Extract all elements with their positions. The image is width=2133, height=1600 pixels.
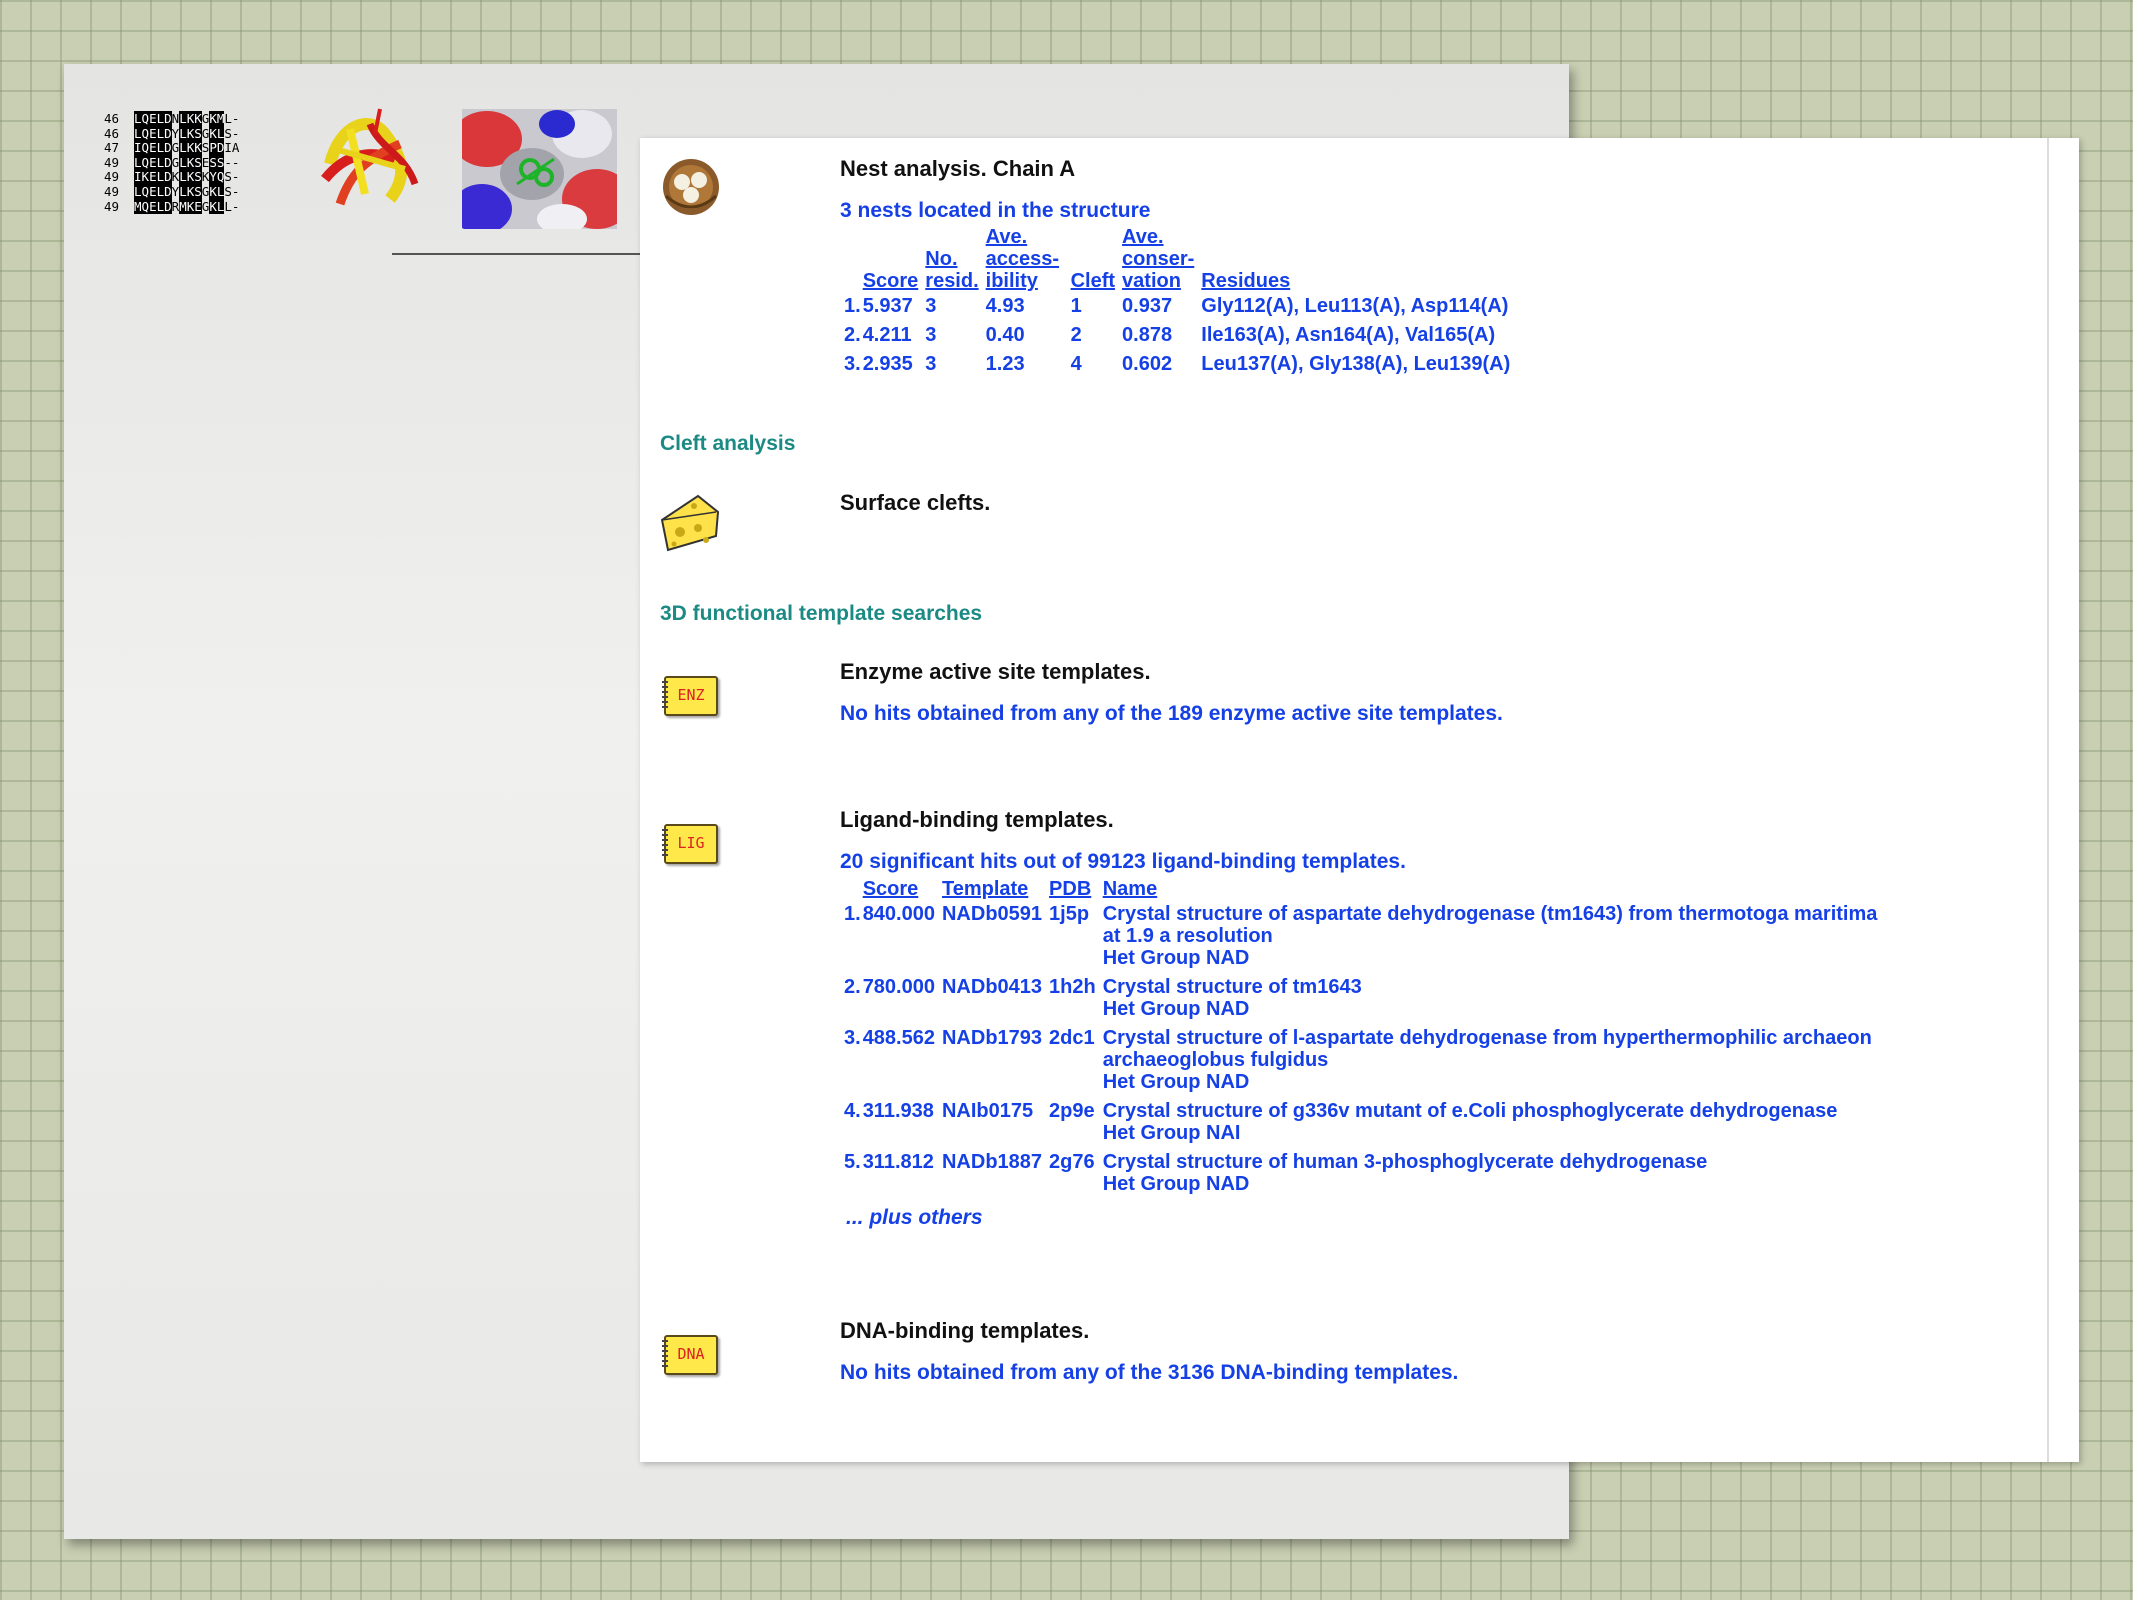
cleft-heading: Surface clefts. [840, 490, 991, 515]
col-nres[interactable]: No. resid. [925, 226, 985, 292]
col-pdb[interactable]: PDB [1049, 878, 1103, 900]
alignment-sequence: LQELDYLKSGKLS- [134, 125, 240, 141]
more-hits-link[interactable]: ... plus others [846, 1206, 983, 1230]
table-row[interactable]: 4. 311.938 NAIb0175 2p9e Crystal structure … [844, 1097, 1884, 1148]
alignment-row-number: 49 [104, 154, 120, 170]
alignment-row: 49 MQELDRMKEGKLL- [104, 198, 284, 215]
alignment-sequence: IQELDGLKKSPDIA [134, 140, 240, 156]
alignment-row-number: 47 [104, 140, 120, 156]
col-name[interactable]: Name [1103, 878, 1885, 900]
alignment-sequence: LQELDGLKSESS-- [134, 154, 240, 170]
nest-icon [660, 156, 722, 223]
alignment-row: 49 LQELDYLKSGKLS- [104, 183, 284, 200]
alignment-row: 49 LQELDGLKSESS-- [104, 154, 284, 171]
table-row[interactable]: 2. 780.000 NADb0413 1h2h Crystal structure … [844, 973, 1884, 1024]
alignment-sequence: LQELDNLKKGKML- [134, 111, 240, 126]
table-row[interactable]: 5. 311.812 NADb1887 2g76 Crystal structure … [844, 1148, 1884, 1199]
dna-summary: No hits obtained from any of the 3136 DN… [840, 1361, 1459, 1384]
alignment-sequence: LQELDYLKSGKLS- [134, 183, 240, 199]
alignment-row-number: 46 [104, 111, 120, 126]
ligand-icon: LIG [662, 824, 718, 864]
col-conservation[interactable]: Ave. conser-vation [1122, 226, 1201, 292]
alignment-row: 46 LQELDYLKSGKLS- [104, 125, 284, 142]
dna-heading: DNA-binding templates. [840, 1318, 1090, 1343]
dna-icon: DNA [662, 1335, 718, 1375]
cheese-icon [658, 490, 722, 559]
col-template[interactable]: Template [942, 878, 1049, 900]
surface-thumbnail[interactable] [452, 109, 632, 234]
results-panel: Nest analysis. Chain A 3 nests located i… [640, 138, 2079, 1462]
alignment-row-number: 49 [104, 198, 120, 214]
cleft-section-title: Cleft analysis [660, 432, 796, 455]
alignment-row-number: 49 [104, 183, 120, 199]
alignment-sequence: IKELDKLKSKYQS- [134, 169, 240, 185]
table-row[interactable]: 2. 4.211 3 0.40 2 0.878 Ile163(A), Asn164(A), … [844, 321, 1517, 350]
nest-table: Score No. resid. Ave. access-ibility Cleft… [844, 226, 1517, 379]
scrollbar[interactable] [2047, 138, 2049, 1462]
alignment-row: 47 IQELDGLKKSPDIA [104, 140, 284, 156]
nest-heading: Nest analysis. Chain A [840, 156, 1076, 181]
col-residues[interactable]: Residues [1201, 226, 1517, 292]
col-score[interactable]: Score [863, 878, 942, 900]
table-row[interactable]: 3. 488.562 NADb1793 2dc1 Crystal structure … [844, 1024, 1884, 1097]
alignment-row-number: 49 [104, 169, 120, 185]
enzyme-icon: ENZ [662, 676, 718, 716]
ligand-heading: Ligand-binding templates. [840, 807, 1114, 832]
alignment-row: 49 IKELDKLKSKYQS- [104, 169, 284, 185]
col-score[interactable]: Score [863, 226, 926, 292]
enzyme-heading: Enzyme active site templates. [840, 659, 1151, 684]
table-row[interactable]: 3. 2.935 3 1.23 4 0.602 Leu137(A), Gly138(A), … [844, 350, 1517, 379]
ligand-summary: 20 significant hits out of 99123 ligand-… [840, 850, 1406, 873]
alignment-row-number: 46 [104, 125, 120, 141]
ligand-table: Score Template PDB Name 1. 840.000 NADb059… [844, 878, 1884, 1199]
alignment-thumbnail[interactable]: 46 LQELDNLKKGKML- 46 LQELDYLKSGKLS- 47 IQELDG… [104, 111, 284, 220]
alignment-row: 46 LQELDNLKKGKML- [104, 111, 284, 127]
col-cleft[interactable]: Cleft [1071, 226, 1122, 292]
table-row[interactable]: 1. 5.937 3 4.93 1 0.937 Gly112(A), Leu113(A), … [844, 292, 1517, 321]
table-row[interactable]: 1. 840.000 NADb0591 1j5p Crystal structure … [844, 900, 1884, 973]
ribbon-structure-thumbnail[interactable] [310, 104, 430, 224]
enzyme-summary: No hits obtained from any of the 189 enz… [840, 702, 1503, 725]
template-section-title: 3D functional template searches [660, 602, 983, 625]
alignment-sequence: MQELDRMKEGKLL- [134, 198, 240, 214]
col-accessibility[interactable]: Ave. access-ibility [986, 226, 1071, 292]
nest-summary: 3 nests located in the structure [840, 199, 1151, 222]
